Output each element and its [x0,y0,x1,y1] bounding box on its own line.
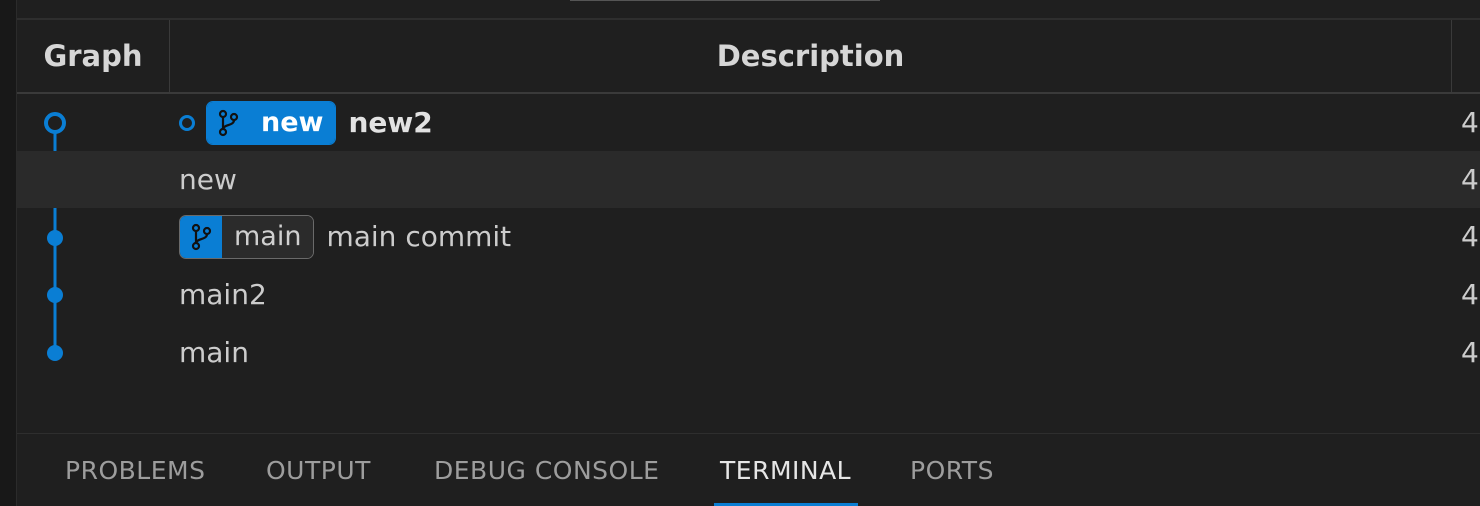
commit-trailing-text: 4 [1461,336,1479,369]
commit-message: main2 [179,278,267,311]
commit-description: new new2 [179,94,433,151]
commit-message: main [179,336,249,369]
commit-description: new [179,151,237,208]
column-header-description[interactable]: Description [170,20,1451,92]
git-graph-view: Graph Description new new2 4 new 4 main … [0,0,1480,506]
scroll-thumb[interactable] [570,0,880,1]
git-branch-icon [207,101,249,144]
commit-trailing-text: 4 [1461,163,1479,196]
tab-terminal[interactable]: TERMINAL [720,434,851,506]
branch-badge-label: main [222,215,314,258]
column-header-graph[interactable]: Graph [17,20,170,92]
commit-row[interactable]: main 4 [17,324,1480,381]
commit-description: main2 [179,266,267,323]
top-toolbar-strip [17,0,1480,20]
commit-graph-table: Graph Description new new2 4 new 4 main … [17,20,1480,432]
commit-message: new [179,163,237,196]
hollow-commit-icon [179,114,195,131]
column-header-next[interactable] [1451,20,1480,92]
tab-debug-console[interactable]: DEBUG CONSOLE [434,434,659,506]
commit-row[interactable]: main2 4 [17,266,1480,323]
commit-message: new2 [348,106,433,139]
commit-description: main [179,324,249,381]
git-branch-icon [180,215,222,258]
activity-edge [0,0,17,506]
commit-trailing-text: 4 [1461,220,1479,253]
branch-badge-main[interactable]: main [179,214,315,259]
branch-badge-new[interactable]: new [206,100,337,145]
commit-row[interactable]: new new2 4 [17,94,1480,151]
commit-trailing-text: 4 [1461,106,1479,139]
commit-message: main commit [326,220,512,253]
commit-row[interactable]: new 4 [17,151,1480,208]
panel-tab-bar: PROBLEMS OUTPUT DEBUG CONSOLE TERMINAL P… [17,433,1480,506]
tab-ports[interactable]: PORTS [910,434,994,506]
tab-output[interactable]: OUTPUT [266,434,371,506]
commit-description: main main commit [179,208,511,265]
branch-badge-label: new [249,101,336,144]
commit-trailing-text: 4 [1461,278,1479,311]
table-header: Graph Description [17,20,1480,94]
commit-row[interactable]: main main commit 4 [17,208,1480,265]
tab-problems[interactable]: PROBLEMS [65,434,205,506]
